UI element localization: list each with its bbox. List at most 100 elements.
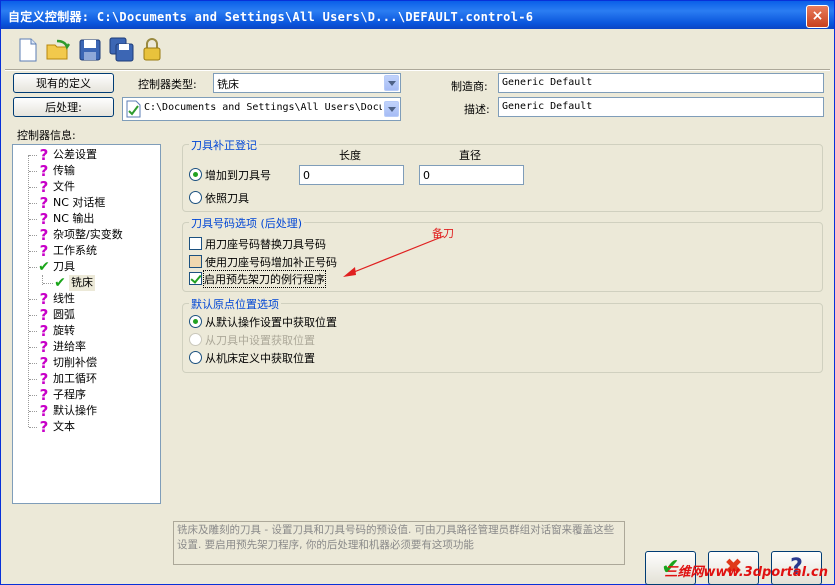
add-to-tool-radio[interactable] — [189, 168, 202, 181]
tree-item-label: 默认操作 — [53, 404, 97, 417]
title-bar[interactable]: 自定义控制器: C:\Documents and Settings\All Us… — [1, 1, 834, 29]
tree-line — [29, 235, 37, 236]
save-all-icon[interactable] — [109, 37, 135, 63]
prestage-tool-checkbox[interactable] — [189, 272, 202, 285]
question-icon: ? — [39, 322, 49, 340]
tree-line — [29, 331, 37, 332]
tree-line — [29, 315, 37, 316]
question-icon: ? — [39, 370, 49, 388]
tree-item-label: 切削补偿 — [53, 356, 97, 369]
tree-item-label: 杂项整/实变数 — [53, 228, 123, 241]
diameter-field[interactable]: 0 — [419, 165, 524, 185]
tree-item-label: 子程序 — [53, 388, 86, 401]
tree-item-label: 公差设置 — [53, 148, 97, 161]
question-icon: ? — [39, 338, 49, 356]
tree-line — [29, 347, 37, 348]
tree-line — [29, 379, 37, 380]
origin-default-op-radio[interactable] — [189, 315, 202, 328]
question-icon: ? — [39, 226, 49, 244]
tree-item-label: 文本 — [53, 420, 75, 433]
add-to-tool-label[interactable]: 增加到刀具号 — [205, 167, 271, 183]
prestage-tool-label[interactable]: 启用预先架刀的例行程序 — [203, 270, 326, 288]
tree-item-label: 铣床 — [69, 275, 95, 291]
manufacturer-value: Generic Default — [502, 77, 593, 88]
origin-default-op-label[interactable]: 从默认操作设置中获取位置 — [205, 314, 337, 330]
close-button[interactable]: × — [806, 5, 829, 28]
tree-item-label: 刀具 — [53, 260, 75, 273]
postprocess-button[interactable]: 后处理: — [13, 97, 114, 117]
origin-machine-label[interactable]: 从机床定义中获取位置 — [205, 350, 315, 366]
lock-icon[interactable] — [139, 37, 165, 63]
toolbar-separator — [5, 69, 830, 71]
watermark: 三维网www.3dportal.cn — [664, 565, 828, 580]
tree-line — [29, 363, 37, 364]
diameter-value: 0 — [423, 169, 430, 182]
manufacturer-label: 制造商: — [451, 80, 488, 93]
replace-tool-number-checkbox[interactable] — [189, 237, 202, 250]
tree-item-label: NC 输出 — [53, 212, 95, 225]
tree-item-label: 线性 — [53, 292, 75, 305]
controller-type-label: 控制器类型: — [138, 78, 197, 91]
question-icon: ? — [39, 354, 49, 372]
manufacturer-field[interactable]: Generic Default — [498, 73, 824, 93]
description-field[interactable]: Generic Default — [498, 97, 824, 117]
replace-tool-number-label[interactable]: 用刀座号码替换刀具号码 — [205, 236, 326, 252]
description-panel: 铣床及雕刻的刀具 - 设置刀具和刀具号码的预设值. 可由刀具路径管理员群组对话窗… — [173, 521, 625, 565]
length-field[interactable]: 0 — [299, 165, 404, 185]
question-icon: ? — [39, 146, 49, 164]
tool-number-title: 刀具号码选项 (后处理) — [189, 215, 305, 231]
save-icon[interactable] — [77, 37, 103, 63]
post-path-select[interactable]: C:\Documents and Settings\All Users\Docu — [122, 97, 401, 121]
length-label: 长度 — [339, 149, 361, 162]
origin-title: 默认原点位置选项 — [189, 296, 281, 312]
existing-definitions-button[interactable]: 现有的定义 — [13, 73, 114, 93]
open-folder-icon[interactable] — [45, 37, 71, 63]
question-icon: ? — [39, 162, 49, 180]
tree-line — [29, 171, 37, 172]
origin-machine-radio[interactable] — [189, 351, 202, 364]
window-title: 自定义控制器: C:\Documents and Settings\All Us… — [8, 10, 534, 24]
tool-offset-title: 刀具补正登记 — [189, 137, 259, 153]
check-icon: ✔ — [38, 259, 50, 275]
controller-type-select[interactable]: 铣床 — [213, 73, 401, 93]
question-icon: ? — [39, 402, 49, 420]
question-icon: ? — [39, 178, 49, 196]
post-path-value: C:\Documents and Settings\All Users\Docu — [144, 102, 382, 113]
post-file-icon — [126, 100, 141, 118]
chevron-down-icon[interactable] — [384, 101, 399, 117]
tree-line — [29, 155, 37, 156]
tree-item-label: 进给率 — [53, 340, 86, 353]
tree-item-label: 传输 — [53, 164, 75, 177]
tree-line — [29, 299, 37, 300]
tree-line — [43, 283, 53, 284]
question-icon: ? — [39, 418, 49, 436]
length-value: 0 — [303, 169, 310, 182]
per-tool-radio[interactable] — [189, 191, 202, 204]
tree-item-label: 圆弧 — [53, 308, 75, 321]
question-icon: ? — [39, 242, 49, 260]
new-file-icon[interactable] — [15, 37, 41, 63]
add-offset-number-checkbox[interactable] — [189, 255, 202, 268]
diameter-label: 直径 — [459, 149, 481, 162]
tree-line — [29, 411, 37, 412]
tree-line — [28, 155, 29, 427]
tree-line — [29, 203, 37, 204]
add-offset-number-label[interactable]: 使用刀座号码增加补正号码 — [205, 254, 337, 270]
question-icon: ? — [39, 306, 49, 324]
question-icon: ? — [39, 194, 49, 212]
tree-line — [29, 251, 37, 252]
tree-line — [29, 187, 37, 188]
controller-tree[interactable]: ? 公差设置? 传输? 文件? NC 对话框? NC 输出? 杂项整/实变数? 工作系统 ✔ 刀具… — [12, 144, 161, 504]
per-tool-label[interactable]: 依照刀具 — [205, 190, 249, 206]
tree-line — [29, 427, 37, 428]
tree-label: 控制器信息: — [17, 129, 76, 142]
controller-type-value: 铣床 — [217, 78, 239, 91]
tree-item-label: 文件 — [53, 180, 75, 193]
annotation-arrow — [343, 235, 445, 277]
question-icon: ? — [39, 290, 49, 308]
tree-item-label: 工作系统 — [53, 244, 97, 257]
tree-item-label: NC 对话框 — [53, 196, 106, 209]
origin-tool-label: 从刀具中设置获取位置 — [205, 334, 315, 347]
chevron-down-icon[interactable] — [384, 75, 399, 91]
question-icon: ? — [39, 210, 49, 228]
